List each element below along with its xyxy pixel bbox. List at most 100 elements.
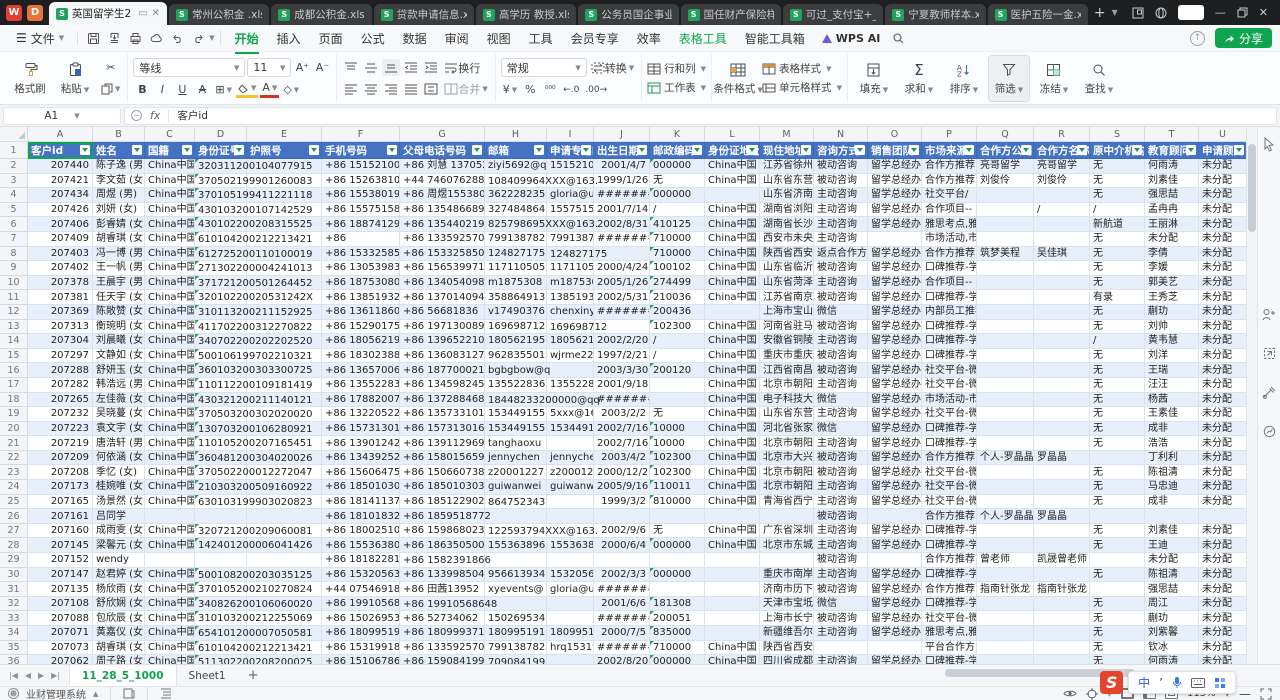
cell[interactable] <box>547 597 594 612</box>
cell[interactable]: +86 田茜13952 <box>400 582 485 597</box>
row-number[interactable]: 18 <box>0 393 28 408</box>
cell[interactable]: 青海省西宁 <box>760 495 814 510</box>
row-number[interactable]: 34 <box>0 626 28 641</box>
cell[interactable]: 电子科技大学 <box>760 393 814 408</box>
cell[interactable]: ######## <box>594 305 650 320</box>
cell[interactable]: 刘妍 (女) <box>93 203 145 218</box>
sheet-tab-Sheet1[interactable]: Sheet1 <box>177 665 238 686</box>
skin-globe-icon[interactable] <box>1155 7 1167 19</box>
header-cell[interactable]: 手机号码 <box>322 142 400 159</box>
cell[interactable]: 无 <box>1090 495 1145 510</box>
cell[interactable]: 丁利利 <box>1145 451 1199 466</box>
cell[interactable]: 彭睿婧 (女) <box>93 217 145 232</box>
cell[interactable] <box>650 553 705 568</box>
row-number[interactable]: 27 <box>0 524 28 539</box>
row-number[interactable]: 21 <box>0 436 28 451</box>
distribute-icon[interactable] <box>422 80 440 97</box>
cell[interactable] <box>977 378 1034 393</box>
filter-dropdown-icon[interactable] <box>909 145 919 155</box>
row-number[interactable]: 13 <box>0 320 28 335</box>
cell[interactable]: 未分配 <box>1199 334 1247 349</box>
cell[interactable]: China中国 <box>145 159 195 174</box>
cell[interactable]: 207288 <box>28 363 93 378</box>
system-caret-icon[interactable]: ▲ <box>93 690 98 698</box>
cell[interactable] <box>1034 378 1090 393</box>
cell[interactable]: 207403 <box>28 247 93 262</box>
cell[interactable]: 刘洋 <box>1145 349 1199 364</box>
filter-dropdown-icon[interactable] <box>747 145 757 155</box>
cell[interactable]: tanghaoxu <box>485 436 547 451</box>
column-header-S[interactable]: S <box>1090 127 1145 142</box>
cell[interactable]: 110011 <box>650 480 705 495</box>
cell[interactable]: China中国 <box>145 436 195 451</box>
cell[interactable]: +86 1877000215 <box>400 363 485 378</box>
cell[interactable]: 207147 <box>28 568 93 583</box>
cell[interactable]: 207173 <box>28 480 93 495</box>
cell[interactable]: 合作方推荐 <box>922 174 977 189</box>
cell[interactable]: 口碑推荐-学生 <box>922 422 977 437</box>
cell[interactable]: 710000 <box>650 641 705 656</box>
cell[interactable]: China中国 <box>705 334 760 349</box>
cell[interactable]: 合作方推荐 <box>922 582 977 597</box>
cell[interactable]: 370105199411221118 <box>195 188 247 203</box>
cell[interactable]: China中国 <box>145 582 195 597</box>
undo-icon[interactable] <box>168 29 187 47</box>
cell[interactable]: 102300 <box>650 465 705 480</box>
cell[interactable] <box>705 611 760 626</box>
fill-color-button[interactable]: ▼ <box>236 81 258 98</box>
cell[interactable]: 709084199 <box>485 655 547 664</box>
cell[interactable]: 未分配 <box>1199 480 1247 495</box>
cell[interactable]: China中国 <box>145 232 195 247</box>
cell[interactable] <box>1034 232 1090 247</box>
cell[interactable]: 207145 <box>28 538 93 553</box>
cell[interactable] <box>977 261 1034 276</box>
cell[interactable]: 口碑推荐-学生 <box>922 261 977 276</box>
outline-icon[interactable] <box>160 688 172 699</box>
cell[interactable] <box>1199 509 1247 524</box>
cell[interactable]: 文静如 (女) <box>93 349 145 364</box>
cell[interactable]: China中国 <box>705 290 760 305</box>
close-button[interactable]: ✕ <box>1259 6 1268 19</box>
cell[interactable]: 310113200211152925 <box>195 305 247 320</box>
row-number[interactable]: 28 <box>0 538 28 553</box>
filter-dropdown-icon[interactable] <box>80 145 90 155</box>
row-number[interactable]: 16 <box>0 363 28 378</box>
share-button[interactable]: 分享 <box>1215 28 1272 48</box>
cell[interactable] <box>485 553 547 568</box>
cell[interactable]: 北京市大兴区 <box>760 451 814 466</box>
cell[interactable] <box>977 232 1034 247</box>
cell[interactable]: China中国 <box>145 247 195 262</box>
cell[interactable]: 108409964XXX@163. <box>485 174 547 189</box>
cell[interactable] <box>705 305 760 320</box>
cell[interactable]: 留学总经办 <box>868 407 922 422</box>
cell[interactable]: +86 132205226 <box>322 407 400 422</box>
cell[interactable] <box>1034 188 1090 203</box>
column-header-G[interactable]: G <box>400 127 485 142</box>
cell[interactable]: +86 周煜155380 <box>400 188 485 203</box>
cell[interactable]: 000000 <box>650 568 705 583</box>
row-number[interactable]: 33 <box>0 611 28 626</box>
cell[interactable]: China中国 <box>145 524 195 539</box>
cell[interactable]: 100102 <box>650 261 705 276</box>
cell[interactable]: +86 155380193 <box>322 188 400 203</box>
menu-tab-插入[interactable]: 插入 <box>268 27 310 50</box>
cell[interactable]: 合作项目-- <box>922 276 977 291</box>
cell[interactable]: 130703200106280921 <box>195 422 247 437</box>
cell[interactable]: 2005/1/26 <box>594 276 650 291</box>
cell[interactable]: China中国 <box>145 305 195 320</box>
cell[interactable] <box>195 553 247 568</box>
cell[interactable]: 留学总经办 <box>868 495 922 510</box>
sum-button[interactable]: Σ 求和▼ <box>898 55 940 102</box>
cell[interactable]: China中国 <box>705 465 760 480</box>
cell[interactable]: 180995191 <box>485 626 547 641</box>
chart-helper-icon[interactable] <box>1263 425 1276 438</box>
cell[interactable]: China中国 <box>705 217 760 232</box>
cell[interactable]: +86 153199186 <box>322 641 400 656</box>
cell[interactable] <box>977 407 1034 422</box>
cell[interactable]: 留学总经办 <box>868 465 922 480</box>
cell[interactable]: 蒯玏 <box>1145 305 1199 320</box>
cell[interactable]: 360103200303300725 <box>195 363 247 378</box>
cell[interactable]: +86 1859518772 <box>400 509 485 524</box>
decrease-decimal-icon[interactable]: .00→ <box>583 81 609 98</box>
header-cell[interactable]: 客户id <box>28 142 93 159</box>
